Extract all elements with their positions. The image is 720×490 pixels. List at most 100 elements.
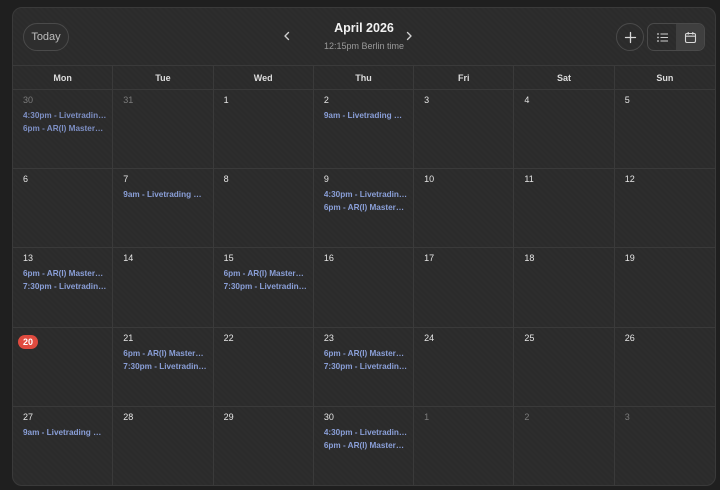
day-cell[interactable]: 21 6pm - AR(I) Mastermind 7:30pm - Livetra… (113, 327, 214, 407)
day-number: 9 (323, 174, 329, 185)
day-number: 15 (223, 253, 234, 264)
day-cell[interactable]: 29 (214, 406, 314, 485)
event-list: 9am - Livetrading with Jan (324, 109, 407, 122)
day-cell[interactable]: 3 (414, 90, 515, 170)
day-number: 13 (23, 253, 34, 264)
day-number: 27 (23, 411, 34, 422)
day-cell[interactable]: 2 (514, 406, 615, 485)
day-cell[interactable]: 15 6pm - AR(I) Mastermind 7:30pm - Livetra… (213, 248, 314, 328)
day-cell[interactable]: 9 4:30pm - Livetrading with Jan6pm - AR(I… (313, 169, 415, 249)
day-cell[interactable]: 27 9am - Livetrading with Jan (13, 406, 114, 485)
event-list: 6pm - AR(I) Mastermind 7:30pm - Livetradi… (224, 267, 307, 293)
month-grid: Mon Tue Wed Thu Fri Sat Sun 30 4:30pm - Livetrad… (13, 65, 715, 485)
day-number: 14 (123, 253, 134, 264)
plus-icon (624, 31, 636, 43)
day-cell[interactable]: 16 (313, 248, 415, 328)
calendar-event[interactable]: 7:30pm - Livetrading with Jan (324, 360, 407, 373)
day-cell[interactable]: 23 6pm - AR(I) Mastermind 7:30pm - Livetra… (313, 327, 415, 407)
add-event-button[interactable] (616, 23, 644, 51)
day-number: 1 (424, 411, 430, 422)
day-cell[interactable]: 18 (514, 248, 615, 328)
list-icon (656, 32, 668, 42)
calendar-event[interactable]: 9am - Livetrading with Jan (23, 426, 106, 439)
day-cell[interactable]: 12 (614, 169, 715, 249)
day-cell[interactable]: 1 (414, 406, 515, 485)
calendar-view-button[interactable] (676, 24, 704, 50)
day-cell[interactable]: 13 6pm - AR(I) Mastermind 7:30pm - Livetra… (13, 248, 114, 328)
next-month-button[interactable] (400, 26, 418, 46)
calendar-header: Today April 2026 12:15pm Berlin time (13, 8, 715, 65)
weekday-header: Sat (514, 66, 615, 90)
day-cell[interactable]: 5 (614, 90, 715, 170)
day-number: 19 (624, 253, 635, 264)
weekday-header: Wed (213, 66, 314, 90)
calendar-event[interactable]: 7:30pm - Livetrading with Jan (123, 360, 206, 373)
day-number: 11 (524, 174, 534, 185)
calendar-event[interactable]: 6pm - AR(I) Mastermind (123, 347, 206, 360)
calendar-event[interactable]: 6pm - AR(I) Mastermind (23, 122, 106, 135)
day-cell[interactable]: 30 4:30pm - Livetrading with Jan6pm - AR(… (13, 90, 114, 170)
weekday-header: Fri (414, 66, 515, 90)
calendar-event[interactable]: 9am - Livetrading with Jan (123, 188, 206, 201)
day-number: 5 (624, 95, 630, 105)
day-number: 22 (223, 332, 234, 343)
event-list: 9am - Livetrading with Jan (23, 426, 106, 439)
day-cell[interactable]: 20 (13, 327, 114, 407)
event-list: 9am - Livetrading with Jan (123, 188, 206, 201)
day-number: 16 (323, 253, 334, 264)
event-list: 6pm - AR(I) Mastermind 7:30pm - Livetradi… (123, 347, 206, 373)
day-cell[interactable]: 31 (113, 90, 214, 170)
day-cell[interactable]: 17 (414, 248, 515, 328)
day-number: 30 (323, 411, 334, 422)
calendar-event[interactable]: 6pm - AR(I) Mastermind (23, 267, 106, 280)
calendar-event[interactable]: 7:30pm - Livetrading with Jan (23, 280, 106, 293)
calendar-event[interactable]: 6pm - AR(I) Mastermind (224, 267, 307, 280)
view-toggle (647, 23, 705, 51)
day-cell[interactable]: 19 (614, 248, 715, 328)
day-number: 1 (223, 95, 229, 105)
day-number: 2 (323, 95, 329, 105)
calendar-event[interactable]: 6pm - AR(I) Mastermind (324, 439, 407, 452)
day-cell[interactable]: 25 (514, 327, 615, 407)
day-cell[interactable]: 1 (213, 90, 314, 170)
calendar-event[interactable]: 4:30pm - Livetrading with Jan (23, 109, 106, 122)
day-cell[interactable]: 30 4:30pm - Livetrading with Jan6pm - AR(… (314, 406, 415, 485)
day-number: 8 (223, 174, 229, 185)
day-cell[interactable]: 14 (113, 248, 214, 328)
weekday-header: Sun (614, 66, 715, 90)
chevron-right-icon (406, 31, 412, 41)
day-number: 30 (23, 95, 34, 105)
day-cell[interactable]: 7 9am - Livetrading with Jan (113, 169, 214, 249)
day-cell[interactable]: 11 (514, 169, 615, 249)
day-cell[interactable]: 3 (615, 407, 715, 485)
calendar-event[interactable]: 7:30pm - Livetrading with Jan (224, 280, 307, 293)
timezone-subtitle: 12:15pm Berlin time (323, 41, 405, 51)
calendar-event[interactable]: 6pm - AR(I) Mastermind (324, 201, 407, 214)
day-number: 21 (123, 332, 134, 343)
list-view-button[interactable] (648, 24, 676, 50)
today-day-number: 20 (18, 334, 39, 349)
day-number: 23 (323, 332, 334, 343)
day-cell[interactable]: 26 (614, 328, 715, 407)
day-number: 10 (424, 174, 435, 185)
day-number: 31 (123, 95, 134, 105)
day-cell[interactable]: 2 9am - Livetrading with Jan (313, 90, 415, 170)
day-cell[interactable]: 6 (13, 169, 114, 249)
calendar-event[interactable]: 4:30pm - Livetrading with Jan (324, 188, 407, 201)
day-cell[interactable]: 28 (113, 406, 214, 485)
day-cell[interactable]: 22 (213, 327, 314, 407)
weekday-header: Mon (13, 66, 114, 90)
day-number: 17 (424, 253, 435, 264)
day-cell[interactable]: 8 (213, 169, 314, 249)
event-list: 6pm - AR(I) Mastermind 7:30pm - Livetradi… (324, 347, 407, 373)
day-cell[interactable]: 24 (414, 327, 515, 407)
day-number: 3 (624, 411, 630, 422)
day-cell[interactable]: 10 (414, 169, 515, 249)
calendar-event[interactable]: 9am - Livetrading with Jan (324, 109, 407, 122)
day-number: 6 (23, 174, 29, 185)
calendar-event[interactable]: 4:30pm - Livetrading with Jan (324, 426, 407, 439)
day-number: 29 (223, 411, 234, 422)
day-cell[interactable]: 4 (514, 90, 615, 170)
calendar-panel: Today April 2026 12:15pm Berlin time Mon… (12, 7, 716, 486)
calendar-event[interactable]: 6pm - AR(I) Mastermind (324, 347, 407, 360)
